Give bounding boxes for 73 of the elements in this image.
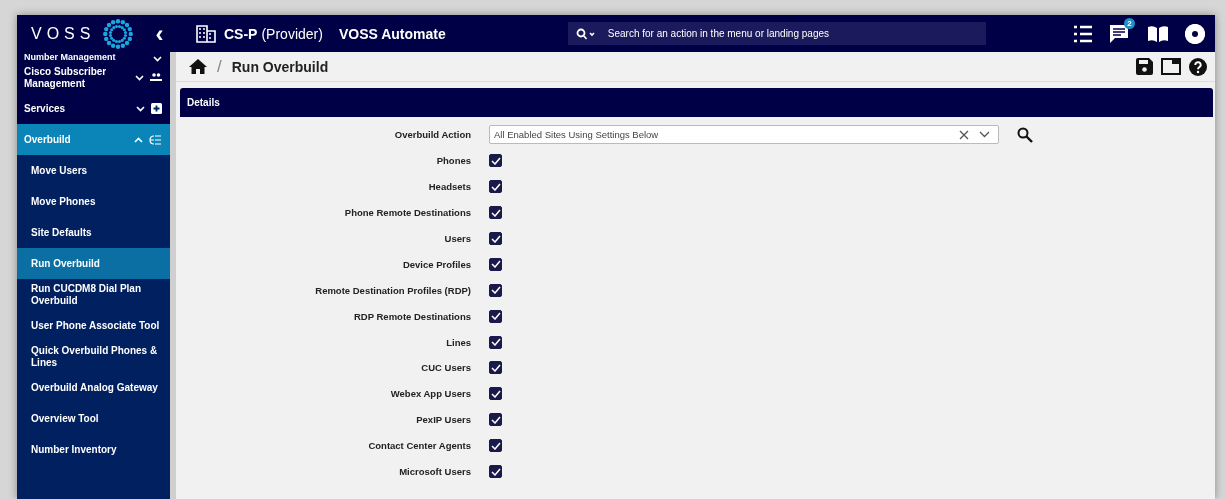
window-icon[interactable] xyxy=(1161,57,1181,75)
sidebar-item[interactable]: Run CUCDM8 Dial Plan Overbuild xyxy=(17,279,170,310)
book-icon[interactable] xyxy=(1147,24,1169,43)
page-title: Run Overbuild xyxy=(231,58,329,75)
list-icon xyxy=(149,134,162,145)
sidebar-group[interactable]: Services xyxy=(17,93,170,124)
panel-header: Details xyxy=(180,88,1213,117)
option-label: Lines xyxy=(445,336,471,348)
sidebar-item[interactable]: Overbuild Analog Gateway xyxy=(17,372,170,403)
option-label: Device Profiles xyxy=(401,258,471,270)
checkbox[interactable] xyxy=(489,154,502,168)
chevron-down-icon[interactable] xyxy=(979,131,990,139)
checkbox[interactable] xyxy=(489,361,502,375)
sidebar-item[interactable]: Number Inventory xyxy=(17,434,170,465)
list-icon[interactable] xyxy=(1073,24,1093,43)
sidebar-item[interactable]: Run Overbuild xyxy=(17,248,170,279)
option-label: RDP Remote Destinations xyxy=(353,310,471,322)
option-label: Headsets xyxy=(427,181,471,193)
collapse-sidebar-button[interactable]: ‹ xyxy=(151,21,168,46)
option-label: Phones xyxy=(435,155,471,167)
dotted-ring-logo-icon xyxy=(101,16,136,51)
chevron-down-icon xyxy=(135,74,144,81)
checkbox[interactable] xyxy=(489,413,502,427)
building-icon xyxy=(196,24,216,43)
tenant-name[interactable]: CS-P xyxy=(224,25,258,42)
checkbox[interactable] xyxy=(489,465,502,478)
sidebar-item[interactable]: User Phone Associate Tool xyxy=(17,310,170,341)
search-field[interactable]: Search for an action in the menu or landing pages xyxy=(605,27,986,40)
option-label: Webex App Users xyxy=(389,388,471,400)
sidebar-item[interactable]: Overview Tool xyxy=(17,403,170,434)
sidebar-item[interactable]: Move Phones xyxy=(17,186,170,217)
chevron-down-icon xyxy=(153,56,162,62)
checkbox[interactable] xyxy=(489,439,502,453)
checkbox[interactable] xyxy=(489,309,502,323)
tenant-role: (Provider) xyxy=(261,25,323,42)
sidebar-item[interactable]: Move Users xyxy=(17,155,170,186)
home-icon[interactable] xyxy=(189,59,207,74)
sidebar-group[interactable]: Cisco Subscriber Management xyxy=(17,62,170,93)
checkbox[interactable] xyxy=(489,257,502,271)
messages-icon[interactable] xyxy=(1109,23,1131,44)
breadcrumb-separator: / xyxy=(217,56,222,77)
option-label: Users xyxy=(443,233,471,244)
sidebar-group[interactable]: Number Management xyxy=(17,52,170,62)
option-label: Phone Remote Destinations xyxy=(343,207,471,219)
checkbox[interactable] xyxy=(489,232,502,245)
sidebar-item[interactable]: Quick Overbuild Phones & Lines xyxy=(17,341,170,372)
overbuild-action-dropdown[interactable]: All Enabled Sites Using Settings Below xyxy=(489,125,999,145)
checkbox[interactable] xyxy=(489,180,502,194)
people-icon xyxy=(150,73,162,82)
sidebar-group[interactable]: Overbuild xyxy=(17,124,170,155)
field-label: Overbuild Action xyxy=(393,129,471,141)
search-icon xyxy=(575,27,596,40)
search-bar[interactable]: Search for an action in the menu or landing pages xyxy=(567,22,986,45)
option-label: Contact Center Agents xyxy=(367,440,471,452)
checkbox[interactable] xyxy=(489,206,502,220)
product-name: VOSS Automate xyxy=(338,25,446,42)
logo-text: VOSS xyxy=(31,24,96,43)
help-icon[interactable] xyxy=(1189,57,1207,76)
plus-icon xyxy=(151,103,162,114)
chevron-down-icon xyxy=(136,105,145,112)
checkbox[interactable] xyxy=(489,335,502,349)
notification-count: 2 xyxy=(1124,17,1135,29)
save-icon[interactable] xyxy=(1136,57,1153,75)
clear-icon[interactable] xyxy=(959,129,969,140)
sidebar-item[interactable]: Site Defaults xyxy=(17,217,170,248)
chevron-up-icon xyxy=(134,136,143,143)
search-icon[interactable] xyxy=(1017,126,1033,143)
option-label: CUC Users xyxy=(420,362,471,374)
option-label: Microsoft Users xyxy=(398,466,471,477)
option-label: PexIP Users xyxy=(415,414,471,426)
option-label: Remote Destination Profiles (RDP) xyxy=(314,284,471,296)
checkbox[interactable] xyxy=(489,283,502,297)
checkbox[interactable] xyxy=(489,387,502,401)
